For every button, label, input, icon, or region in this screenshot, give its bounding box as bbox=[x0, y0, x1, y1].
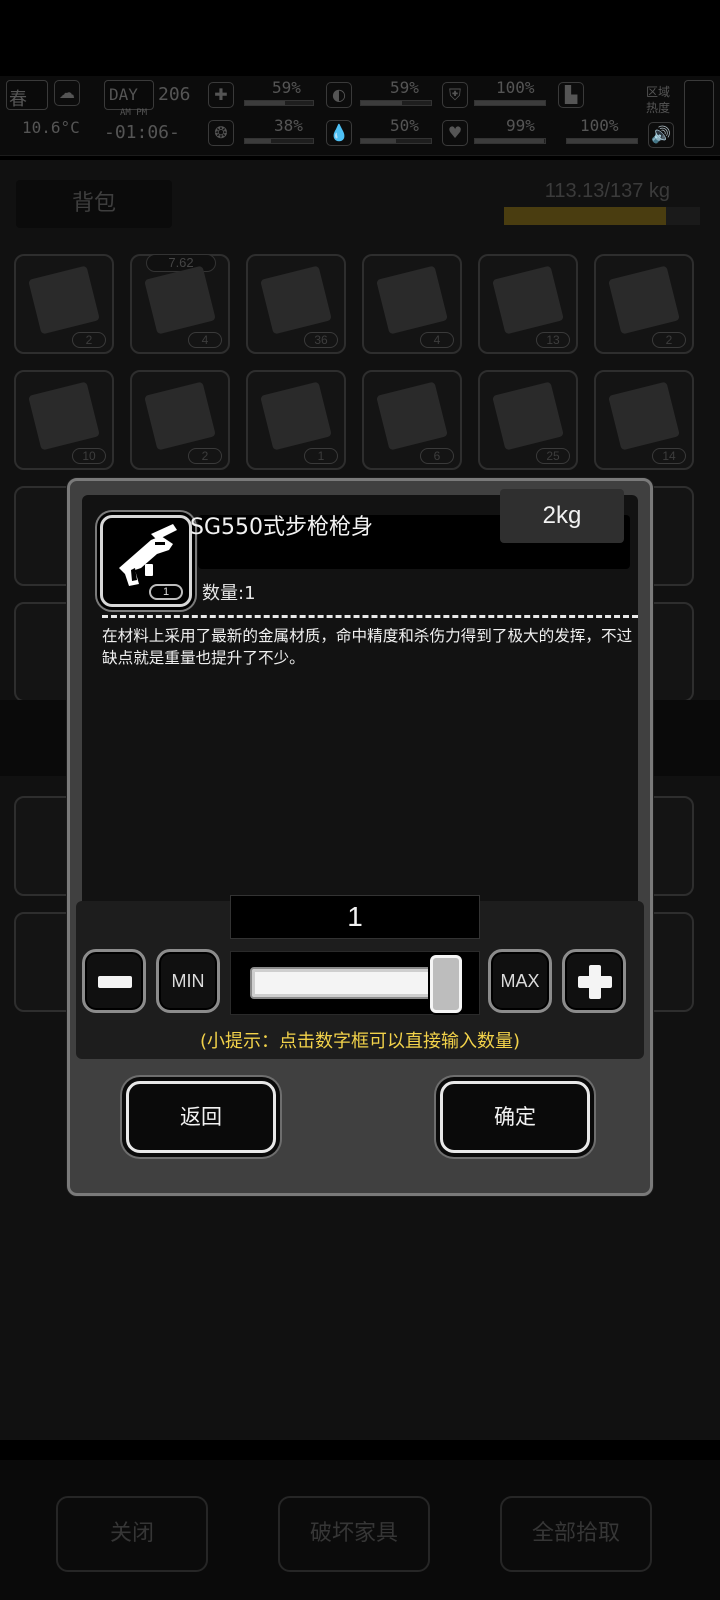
brain-icon: ❂ bbox=[208, 120, 234, 146]
region-heat-label: 区域热度 bbox=[646, 85, 671, 115]
inventory-slot[interactable]: 2 bbox=[594, 254, 694, 354]
water-drop-icon: 💧 bbox=[326, 120, 352, 146]
inventory-slot[interactable]: 36 bbox=[246, 254, 346, 354]
cloud-icon: ☁ bbox=[54, 80, 80, 106]
slot-count: 2 bbox=[652, 332, 686, 348]
status-bar: 春 ☁ 10.6°C DAY 206 AM PM -01:06- ✚ 59% ◐… bbox=[0, 76, 720, 156]
stat-value-health: 59% bbox=[272, 78, 301, 97]
slot-count: 6 bbox=[420, 448, 454, 464]
inventory-slot[interactable]: 10 bbox=[14, 370, 114, 470]
item-art bbox=[260, 265, 332, 335]
item-art bbox=[492, 381, 564, 451]
day-number: 206 bbox=[158, 84, 191, 105]
item-icon-frame: 1 bbox=[100, 515, 192, 607]
day-label: DAY bbox=[109, 85, 138, 104]
stat-value-armor: 100% bbox=[496, 78, 535, 97]
stat-bar-stamina bbox=[566, 138, 638, 144]
bag-title: 背包 bbox=[16, 180, 172, 228]
first-aid-icon: ✚ bbox=[208, 82, 234, 108]
item-art bbox=[376, 381, 448, 451]
stat-value-sanity: 38% bbox=[274, 116, 303, 135]
inventory-slot[interactable]: 4 bbox=[362, 254, 462, 354]
back-button[interactable]: 返回 bbox=[126, 1081, 276, 1153]
stat-value-heart: 99% bbox=[506, 116, 535, 135]
close-button[interactable]: 关闭 bbox=[56, 1496, 208, 1572]
slot-count: 36 bbox=[304, 332, 338, 348]
quantity-slider-track[interactable] bbox=[250, 967, 450, 999]
stat-value-hunger: 59% bbox=[390, 78, 419, 97]
bag-weight-bar bbox=[504, 207, 700, 225]
inventory-slot[interactable]: 13 bbox=[478, 254, 578, 354]
stat-bar-sanity bbox=[244, 138, 314, 144]
slot-count: 13 bbox=[536, 332, 570, 348]
season-box: 春 bbox=[6, 80, 48, 110]
temperature-readout: 10.6°C bbox=[22, 118, 80, 137]
slot-count: 14 bbox=[652, 448, 686, 464]
destroy-furniture-button[interactable]: 破坏家具 bbox=[278, 1496, 430, 1572]
stat-bar-health bbox=[244, 100, 314, 106]
region-heat-meter bbox=[684, 80, 714, 148]
slot-count: 2 bbox=[72, 332, 106, 348]
minus-icon bbox=[98, 976, 132, 988]
item-art bbox=[492, 265, 564, 335]
slot-count: 10 bbox=[72, 448, 106, 464]
slot-count: 4 bbox=[188, 332, 222, 348]
item-art bbox=[608, 381, 680, 451]
confirm-button[interactable]: 确定 bbox=[440, 1081, 590, 1153]
item-quantity-dialog: 1 数量:1 在材料上采用了最新的金属材质，命中精度和杀伤力得到了极大的发挥，不… bbox=[67, 478, 653, 1196]
item-art bbox=[144, 381, 216, 451]
quantity-slider-handle[interactable] bbox=[430, 955, 462, 1013]
item-weight: 2kg bbox=[500, 489, 624, 543]
pickup-all-button[interactable]: 全部拾取 bbox=[500, 1496, 652, 1572]
plus-icon-vertical bbox=[589, 965, 601, 999]
stat-bar-hunger bbox=[360, 100, 432, 106]
item-art bbox=[608, 265, 680, 335]
bag-weight-text: 113.13/137 kg bbox=[544, 180, 670, 202]
inventory-slot[interactable]: 25 bbox=[478, 370, 578, 470]
stat-bar-armor bbox=[474, 100, 546, 106]
increment-button[interactable] bbox=[562, 949, 626, 1013]
slot-count: 1 bbox=[304, 448, 338, 464]
dashed-divider bbox=[102, 615, 638, 618]
quantity-tip: (小提示：点击数字框可以直接输入数量) bbox=[199, 1031, 521, 1052]
slot-caliber: 7.62 bbox=[146, 254, 216, 272]
item-art bbox=[28, 265, 100, 335]
item-info-panel: 1 数量:1 在材料上采用了最新的金属材质，命中精度和杀伤力得到了极大的发挥，不… bbox=[82, 495, 638, 907]
heart-icon: ♥ bbox=[442, 120, 468, 146]
item-count-badge: 1 bbox=[149, 584, 183, 600]
inventory-slot[interactable]: 6 bbox=[362, 370, 462, 470]
day-label-box: DAY bbox=[104, 80, 154, 110]
max-button[interactable]: MAX bbox=[488, 949, 552, 1013]
stat-value-stamina: 100% bbox=[580, 116, 619, 135]
inventory-slot[interactable]: 2 bbox=[130, 370, 230, 470]
stat-bar-thirst bbox=[360, 138, 432, 144]
inventory-slot[interactable]: 1 bbox=[246, 370, 346, 470]
slot-count: 4 bbox=[420, 332, 454, 348]
inventory-slot[interactable]: 7.62 4 bbox=[130, 254, 230, 354]
item-art bbox=[28, 381, 100, 451]
stat-bar-heart bbox=[474, 138, 546, 144]
slot-count: 2 bbox=[188, 448, 222, 464]
quantity-input[interactable]: 1 bbox=[230, 895, 480, 939]
armor-icon: ⛨ bbox=[442, 82, 468, 108]
stat-value-thirst: 50% bbox=[390, 116, 419, 135]
clock-readout: -01:06- bbox=[104, 122, 180, 143]
speaker-icon[interactable]: 🔊 bbox=[648, 122, 674, 148]
inventory-slot[interactable]: 14 bbox=[594, 370, 694, 470]
item-art bbox=[144, 265, 216, 335]
min-button[interactable]: MIN bbox=[156, 949, 220, 1013]
item-name: SG550式步枪枪身 bbox=[190, 515, 374, 540]
stomach-icon: ◐ bbox=[326, 82, 352, 108]
season-label: 春 bbox=[9, 89, 27, 110]
am-pm-indicator: AM PM bbox=[120, 108, 148, 118]
decrement-button[interactable] bbox=[82, 949, 146, 1013]
boot-icon: ▙ bbox=[558, 82, 584, 108]
inventory-slot[interactable]: 2 bbox=[14, 254, 114, 354]
item-art bbox=[260, 381, 332, 451]
item-description: 在材料上采用了最新的金属材质，命中精度和杀伤力得到了极大的发挥，不过缺点就是重量… bbox=[102, 627, 633, 667]
slot-count: 25 bbox=[536, 448, 570, 464]
item-art bbox=[376, 265, 448, 335]
item-quantity-label: 数量:1 bbox=[202, 583, 256, 604]
